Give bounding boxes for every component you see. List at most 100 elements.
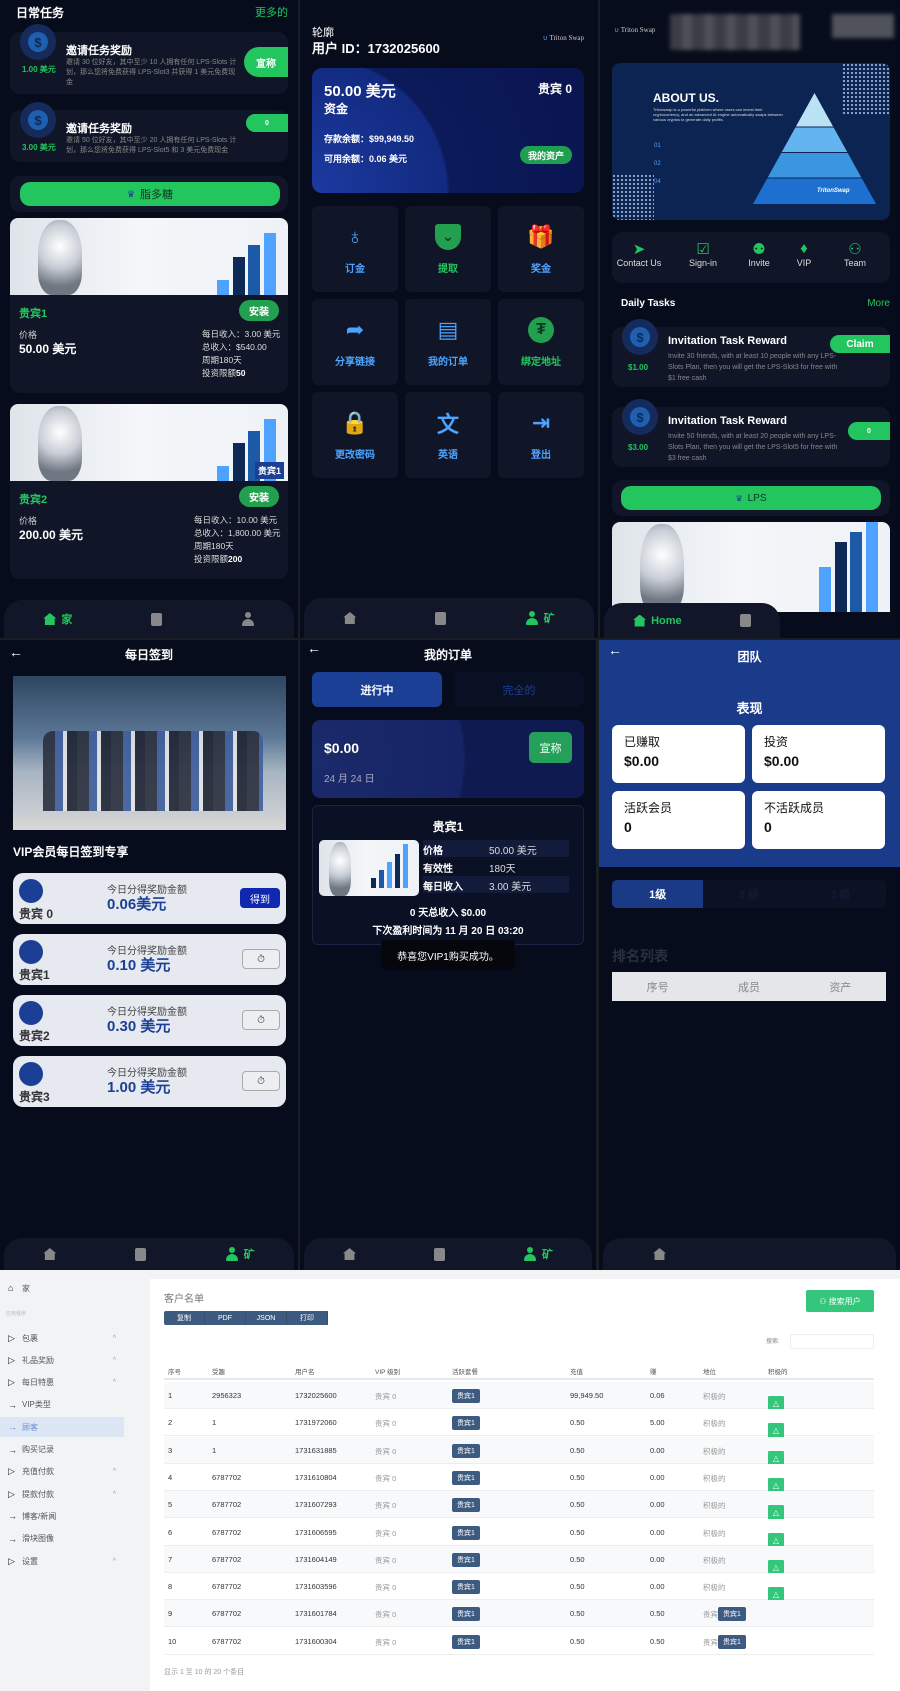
column-header[interactable]: 地位 — [703, 1366, 716, 1376]
tile-lock[interactable]: 🔒 更改密码 — [312, 392, 398, 478]
task-title: 邀请任务奖励 — [66, 45, 132, 57]
column-header[interactable]: 活跃套餐 — [452, 1366, 478, 1376]
nav-orders[interactable] — [434, 1247, 445, 1261]
export-button[interactable]: 复制 — [164, 1311, 205, 1325]
chart-bar — [264, 233, 276, 295]
table-cell: 贵宾1 — [452, 1498, 480, 1513]
tab-completed[interactable]: 完全的 — [454, 672, 584, 707]
nav-orders[interactable] — [150, 612, 162, 626]
lps-button[interactable]: ♛ 脂多糖 — [20, 182, 280, 206]
tile-share[interactable]: ➦ 分享链接 — [312, 299, 398, 385]
lps-button[interactable]: ♛ LPS — [621, 486, 881, 510]
sidebar-item[interactable]: ▷ 充值付款 ^ — [0, 1462, 124, 1482]
nav-home[interactable] — [43, 1248, 57, 1260]
level-tab-3[interactable]: 3 级 — [795, 880, 886, 908]
quick-icon: ☑ — [696, 241, 710, 258]
tile-withdraw[interactable]: ⌄ 提取 — [405, 206, 491, 292]
column-header[interactable]: 受趣 — [212, 1366, 225, 1376]
nav-profile[interactable] — [241, 612, 255, 626]
more-link[interactable]: More — [867, 298, 890, 309]
claim-button[interactable]: 宣称 — [529, 732, 572, 763]
export-button[interactable]: PDF — [205, 1311, 246, 1325]
product-name: 贵宾1 — [19, 308, 48, 320]
level-tab-2[interactable]: 2 级 — [703, 880, 794, 908]
sidebar-item[interactable]: ▷ 每日特惠 ^ — [0, 1373, 124, 1393]
sidebar-item[interactable]: ▷ 礼品奖励 ^ — [0, 1350, 124, 1370]
claim-button[interactable]: 0 — [246, 114, 288, 132]
tab-in-progress[interactable]: 进行中 — [312, 672, 442, 707]
timer-button[interactable]: ⏱ — [242, 1071, 280, 1091]
install-button[interactable]: 安装 — [239, 486, 279, 507]
nav-profile[interactable]: 矿 — [225, 1246, 255, 1262]
export-button[interactable]: 打印 — [287, 1311, 328, 1325]
crown-icon: ♛ — [735, 493, 743, 503]
nav-orders[interactable] — [739, 614, 751, 627]
page-title: 我的订单 — [423, 648, 472, 662]
nav-home[interactable] — [343, 612, 357, 624]
column-header[interactable]: 用户名 — [295, 1366, 315, 1376]
table-cell: 6787702 — [212, 1527, 242, 1537]
image-tag: 贵宾1 — [254, 462, 284, 479]
sidebar-item[interactable]: ▷ 设置 ^ — [0, 1551, 124, 1571]
quick-sign-in[interactable]: ☑ Sign-in — [676, 240, 730, 268]
order-detail-row: 有效性 180天 — [423, 864, 516, 875]
column-header[interactable]: 充值 — [570, 1366, 583, 1376]
nav-home[interactable] — [343, 1248, 356, 1260]
home-icon — [343, 612, 357, 624]
install-button[interactable]: 安装 — [239, 300, 279, 321]
nav-home[interactable] — [653, 1248, 666, 1260]
claim-button[interactable]: Claim — [830, 335, 890, 353]
quick-vip[interactable]: ♦ VIP — [782, 240, 826, 268]
sidebar-item[interactable]: → 博客/新闻 — [0, 1506, 124, 1526]
column-header[interactable]: VIP 级别 — [375, 1366, 400, 1376]
column-header[interactable]: 积极的 — [768, 1366, 788, 1376]
search-user-button[interactable]: ⚇ 搜索用户 — [806, 1290, 874, 1312]
price: 200.00 美元 — [19, 528, 84, 542]
search-input[interactable] — [790, 1334, 874, 1349]
nav-home[interactable]: Home — [633, 614, 682, 627]
sidebar-item[interactable]: ▷ 包裹 ^ — [0, 1328, 124, 1348]
tile-document[interactable]: ▤ 我的订单 — [405, 299, 491, 385]
level-tab-1[interactable]: 1级 — [612, 880, 704, 908]
vip-name: 贵宾1 — [19, 968, 50, 982]
quick-contact-us[interactable]: ➤ Contact Us — [612, 240, 666, 268]
tile-logout[interactable]: ⇥ 登出 — [498, 392, 584, 478]
claim-button[interactable]: 0 — [848, 422, 890, 440]
export-button[interactable]: JSON — [246, 1311, 287, 1325]
sidebar-item[interactable]: ▷ 提款付款 ^ — [0, 1484, 124, 1504]
table-cell: 0.50 — [570, 1445, 585, 1455]
tile-gift[interactable]: 🎁 奖金 — [498, 206, 584, 292]
timer-button[interactable]: ⏱ — [242, 949, 280, 969]
sidebar-item-home[interactable]: ⌂ 家 — [0, 1278, 124, 1298]
quick-icon: ⚉ — [752, 241, 766, 258]
order-image — [319, 840, 419, 896]
bottom-nav: 矿 — [304, 1238, 592, 1270]
sidebar-item[interactable]: → 购买记录 — [0, 1440, 124, 1460]
user-icon — [525, 611, 539, 625]
about-steps: 01 02 04 — [654, 143, 661, 185]
timer-button[interactable]: ⏱ — [242, 1010, 280, 1030]
quick-team[interactable]: ⚇ Team — [828, 240, 882, 268]
tile-money-bag[interactable]: ♁ 订金 — [312, 206, 398, 292]
nav-orders[interactable] — [134, 1247, 146, 1261]
my-assets-button[interactable]: 我的资产 — [520, 146, 572, 164]
stat-card: 已赚取 $0.00 — [612, 725, 745, 783]
quick-invite[interactable]: ⚉ Invite — [734, 240, 784, 268]
nav-home[interactable]: 家 — [43, 611, 72, 627]
tile-translate[interactable]: 文英语 — [405, 392, 491, 478]
column-header[interactable]: 赚 — [650, 1366, 657, 1376]
sidebar-item[interactable]: → 顾客 — [0, 1417, 124, 1438]
nav-profile[interactable]: 矿 — [525, 610, 555, 626]
tile-tether[interactable]: ₮ 绑定地址 — [498, 299, 584, 385]
nav-orders[interactable] — [434, 611, 446, 625]
column-header[interactable]: 序号 — [168, 1366, 181, 1376]
tasks-home-screen-cn: 日常任务 更多的 ♛ 脂多糖 家 $1.00 美元 邀请任务奖励 邀请 30 位好友，… — [0, 0, 298, 638]
sidebar-item[interactable]: → 滑块图像 — [0, 1529, 124, 1549]
nav-profile[interactable]: 矿 — [523, 1246, 553, 1262]
claim-button[interactable]: 宣称 — [244, 47, 288, 77]
claim-button[interactable]: 得到 — [240, 888, 280, 908]
more-link[interactable]: 更多的 — [255, 4, 288, 20]
earnings-date: 24 月 24 日 — [324, 774, 375, 785]
sidebar-item[interactable]: → VIP类型 — [0, 1395, 124, 1415]
table-cell: 0.00 — [650, 1554, 665, 1564]
